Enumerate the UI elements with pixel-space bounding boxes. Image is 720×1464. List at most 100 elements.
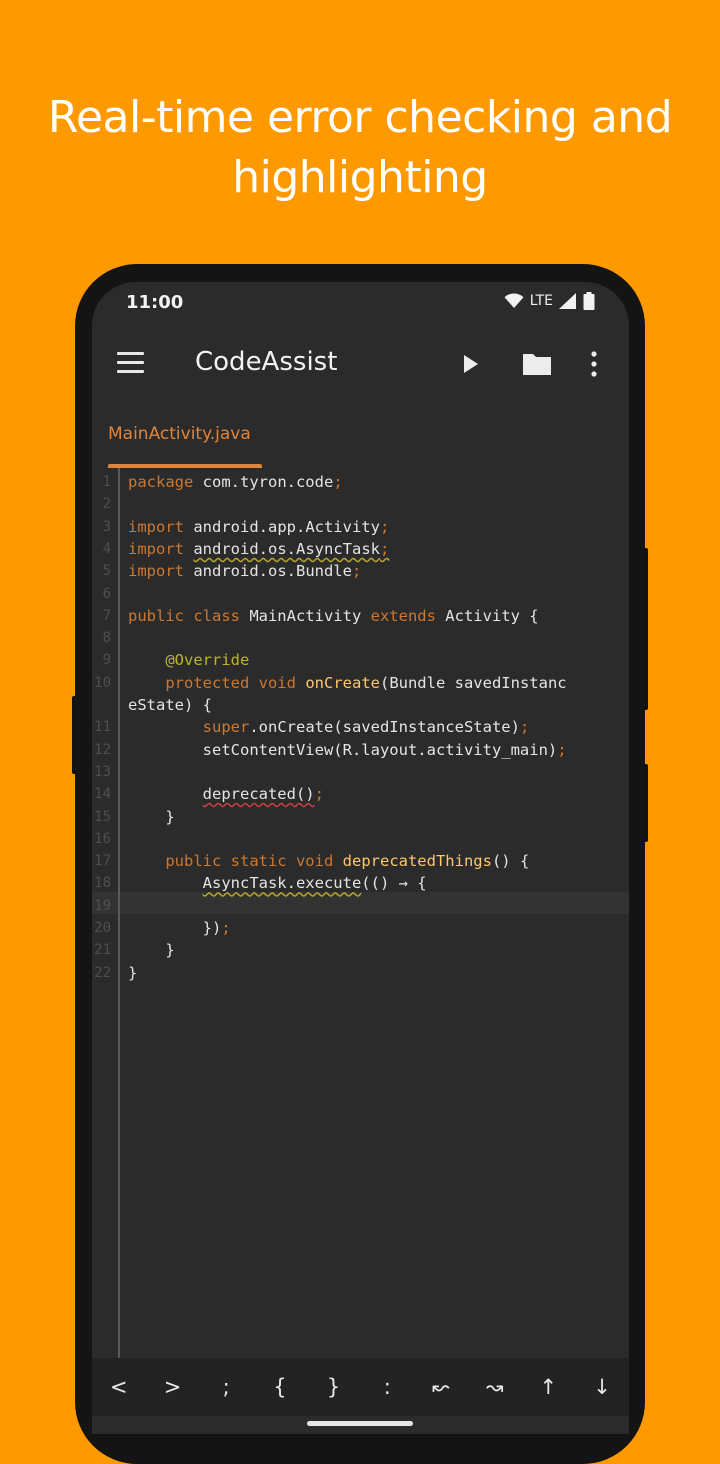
symbol-key[interactable]: < <box>94 1375 144 1399</box>
code-text: import android.app.Activity; <box>128 516 389 538</box>
code-token: protected void <box>165 673 296 692</box>
code-line[interactable]: 19 <box>92 895 629 917</box>
code-token: ; <box>314 785 324 804</box>
symbol-key[interactable]: ↝ <box>470 1375 520 1399</box>
signal-icon <box>559 293 576 309</box>
symbol-key[interactable]: ↜ <box>416 1375 466 1399</box>
symbol-key[interactable]: > <box>148 1375 198 1399</box>
more-vert-icon[interactable] <box>588 348 600 380</box>
code-text: import android.os.AsyncTask; <box>128 538 389 560</box>
code-text: @Override <box>128 649 249 671</box>
code-token: .onCreate(savedInstanceState) <box>249 718 520 737</box>
code-token: ; <box>557 740 567 759</box>
folder-icon[interactable] <box>521 348 553 380</box>
code-token: android.app.Activity <box>184 517 380 536</box>
code-token: public static void <box>165 852 334 871</box>
code-line[interactable]: 20 }); <box>92 917 629 939</box>
symbol-key[interactable]: } <box>309 1375 359 1399</box>
code-token: extends <box>370 606 436 625</box>
code-line[interactable]: 8 <box>92 627 629 649</box>
code-token: package <box>128 473 194 491</box>
code-token: ; <box>333 473 343 491</box>
symbol-key[interactable]: { <box>255 1375 305 1399</box>
code-line[interactable]: 6 <box>92 583 629 605</box>
line-number: 19 <box>94 897 111 914</box>
code-editor[interactable]: 1 package com.tyron.code; 2 3 import android… <box>92 468 629 1358</box>
code-text: AsyncTask.execute(() → { <box>128 872 427 894</box>
code-line[interactable]: 18 AsyncTask.execute(() → { <box>92 872 629 894</box>
line-number: 14 <box>94 786 111 803</box>
symbol-key[interactable]: ↓ <box>577 1375 627 1399</box>
symbol-key[interactable]: : <box>362 1375 412 1399</box>
code-line[interactable]: 3 import android.app.Activity; <box>92 516 629 538</box>
code-line[interactable]: 13 <box>92 761 629 783</box>
headline-line-2: highlighting <box>232 152 488 203</box>
code-token: MainActivity <box>239 606 371 625</box>
code-text: eState) { <box>128 694 212 716</box>
code-line[interactable]: 9 @Override <box>92 649 629 671</box>
code-token: public class <box>128 606 240 625</box>
code-token: ; <box>221 919 231 937</box>
line-number: 5 <box>102 563 111 580</box>
code-token: android.os.Bundle <box>184 562 352 581</box>
code-line[interactable]: 16 <box>92 828 629 850</box>
code-line[interactable]: 1 package com.tyron.code; <box>92 471 629 493</box>
code-token: import <box>128 562 184 581</box>
code-text: } <box>128 806 175 828</box>
home-indicator[interactable] <box>307 1421 413 1426</box>
code-line[interactable]: 5 import android.os.Bundle; <box>92 560 629 582</box>
menu-icon[interactable] <box>117 352 145 374</box>
code-token: com.tyron.code <box>193 473 334 491</box>
code-line[interactable]: 14 deprecated(); <box>92 783 629 805</box>
symbol-key[interactable]: ; <box>201 1375 251 1399</box>
status-network-label: LTE <box>529 293 553 309</box>
code-text: setContentView(R.layout.activity_main); <box>128 739 567 761</box>
code-token: eState) { <box>128 696 212 714</box>
app-bar: CodeAssist <box>92 322 629 406</box>
line-number: 20 <box>94 920 111 936</box>
code-line[interactable]: 10 protected void onCreate(Bundle savedI… <box>92 672 629 694</box>
code-line[interactable]: 21 } <box>92 939 629 961</box>
tab-mainactivity-java[interactable]: MainActivity.java <box>108 424 251 444</box>
line-number: 18 <box>94 875 111 892</box>
code-token: import <box>128 539 184 558</box>
code-line[interactable]: 17 public static void deprecatedThings()… <box>92 850 629 872</box>
code-line[interactable]: 12 setContentView(R.layout.activity_main… <box>92 739 629 761</box>
code-line[interactable]: 7 public class MainActivity extends Activ… <box>92 605 629 627</box>
code-text: super.onCreate(savedInstanceState); <box>128 716 530 738</box>
line-number: 7 <box>102 607 111 624</box>
code-token: @Override <box>165 651 250 670</box>
line-number: 1 <box>102 474 111 490</box>
code-warning: android.os.AsyncTask <box>193 539 380 558</box>
code-token: } <box>128 807 175 826</box>
code-line[interactable]: 15 } <box>92 806 629 828</box>
code-text: import android.os.Bundle; <box>128 560 361 582</box>
file-tab-bar: MainActivity.java <box>92 406 629 468</box>
code-token: import <box>128 517 184 536</box>
headline: Real-time error checking and highlightin… <box>0 88 720 208</box>
line-number: 22 <box>94 964 111 981</box>
wifi-icon <box>504 293 524 308</box>
line-number: 6 <box>102 585 111 602</box>
code-token: Activity { <box>435 606 539 625</box>
run-icon[interactable] <box>458 348 482 380</box>
symbol-key[interactable]: ↑ <box>523 1375 573 1399</box>
code-token: deprecatedThings <box>342 852 492 871</box>
line-number: 21 <box>94 942 111 959</box>
line-number: 8 <box>102 630 111 647</box>
code-line[interactable]: 2 <box>92 493 629 515</box>
code-text: } <box>128 962 137 984</box>
code-line[interactable]: 11 super.onCreate(savedInstanceState); <box>92 716 629 738</box>
code-line[interactable]: eState) { <box>92 694 629 716</box>
code-token: (Bundle savedInstanc <box>379 673 567 692</box>
phone-screen: 11:00 LTE CodeAssist MainActivity.java 1… <box>92 282 629 1434</box>
code-line[interactable]: 4 import android.os.AsyncTask; <box>92 538 629 560</box>
code-token: onCreate <box>305 673 380 692</box>
code-line[interactable]: 22} <box>92 962 629 984</box>
code-text: } <box>128 939 174 961</box>
code-text: package com.tyron.code; <box>128 471 343 493</box>
